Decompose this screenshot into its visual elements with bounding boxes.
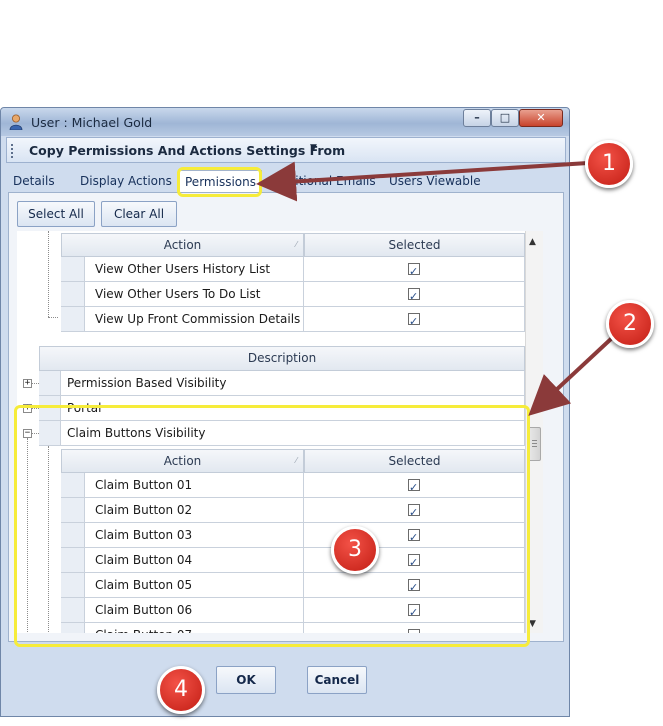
annotation-badge-1: 1 <box>585 140 633 188</box>
annotation-badge-4: 4 <box>157 666 205 714</box>
arrow-to-permissions-tab <box>256 161 589 202</box>
annotation-badge-2: 2 <box>606 300 654 348</box>
annotation-badge-3: 3 <box>331 526 379 574</box>
arrow-to-claim-buttons <box>528 336 614 416</box>
annotation-arrows <box>256 161 614 416</box>
